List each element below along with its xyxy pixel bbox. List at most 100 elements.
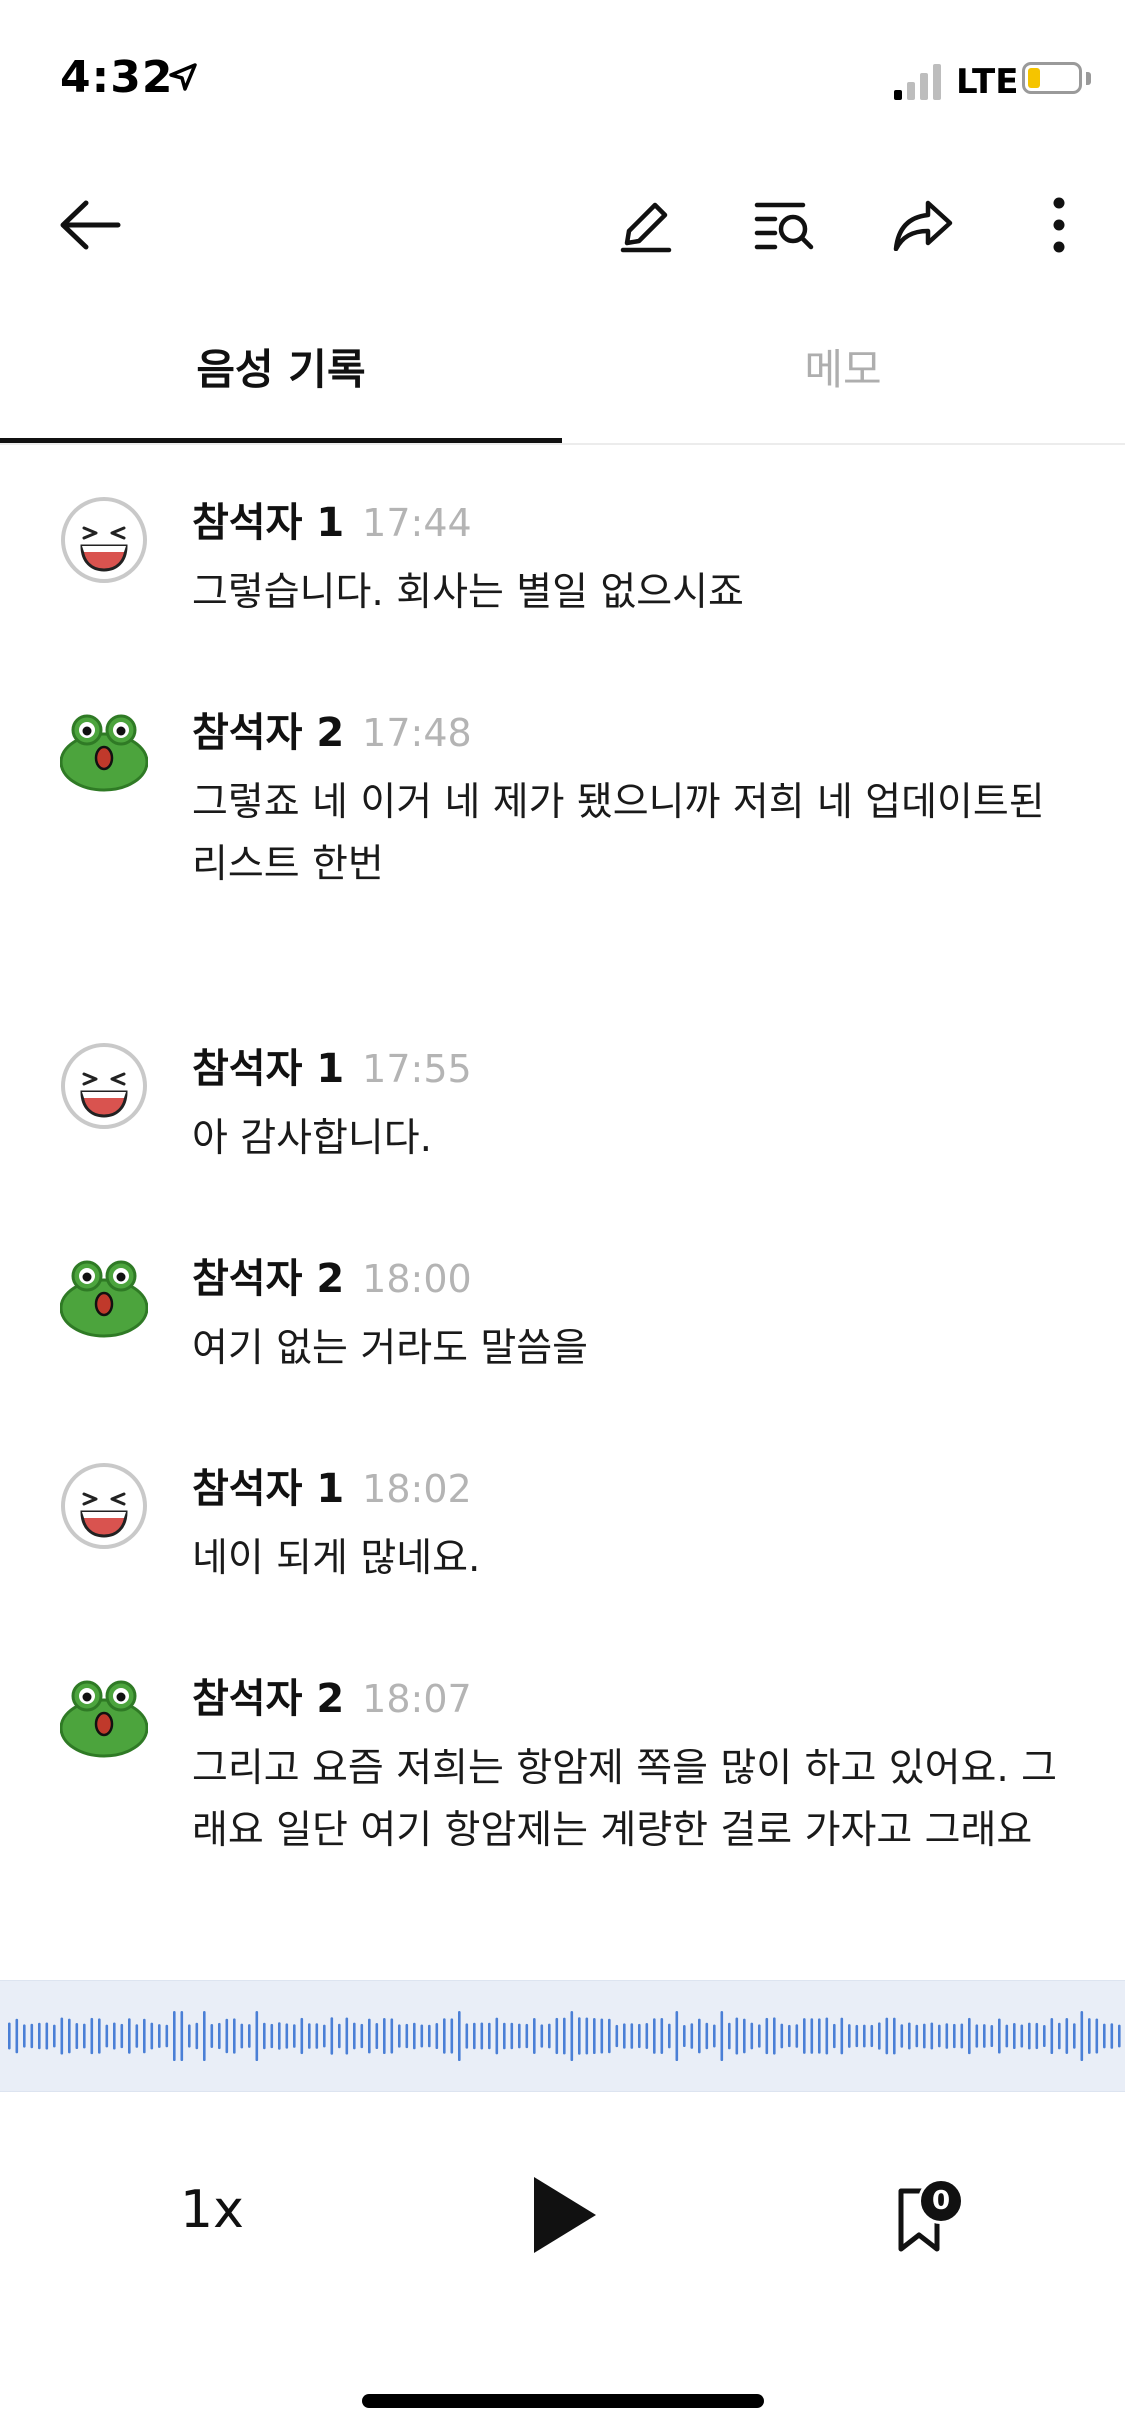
waveform-bar [660, 2018, 664, 2054]
waveform-bar [548, 2023, 551, 2049]
waveform-bar [683, 2024, 686, 2048]
waveform-bar [960, 2023, 964, 2049]
waveform-bar [758, 2024, 761, 2048]
waveform-bar [615, 2024, 619, 2048]
waveform-bar [578, 2017, 581, 2055]
waveform-bar [503, 2022, 506, 2050]
signal-icon [894, 64, 941, 100]
waveform-bar [818, 2018, 821, 2054]
waveform-bar [1065, 2018, 1069, 2054]
waveform-bar [705, 2022, 709, 2050]
waveform-bar [668, 2023, 671, 2049]
waveform-bar [255, 2011, 259, 2061]
waveform-bar [8, 2022, 11, 2050]
waveform-bar [233, 2018, 236, 2054]
waveform-bar [165, 2024, 169, 2048]
waveform-bar [585, 2017, 589, 2055]
frog-icon [60, 1680, 148, 1758]
transcript-text: 네이 되게 많네요. [192, 1536, 481, 1581]
waveform-bar [743, 2018, 746, 2054]
waveform-bar [398, 2024, 401, 2048]
waveform-bar [518, 2023, 521, 2049]
waveform-bar [1043, 2024, 1046, 2048]
waveform-bar [555, 2017, 559, 2055]
waveform-bar [240, 2023, 244, 2049]
speaker-name: 참석자 1 [192, 1466, 345, 1512]
audio-waveform[interactable] [0, 1980, 1125, 2092]
timestamp: 17:48 [362, 711, 472, 755]
waveform-bar [1058, 2022, 1061, 2050]
battery-nub [1086, 72, 1091, 85]
waveform-bar [390, 2018, 394, 2054]
play-icon[interactable] [530, 2175, 600, 2255]
transcript-text: 여기 없는 거라도 말씀을 [192, 1326, 588, 1371]
waveform-bar [428, 2024, 431, 2048]
waveform-icon [8, 2011, 1121, 2061]
waveform-bar [563, 2017, 566, 2055]
waveform-bar [1088, 2018, 1091, 2054]
waveform-bar [855, 2024, 859, 2048]
timestamp: 18:02 [362, 1467, 472, 1511]
waveform-bar [1073, 2023, 1076, 2049]
tab-voice-record[interactable]: 음성 기록 [0, 330, 562, 410]
waveform-bar [330, 2017, 334, 2055]
waveform-bar [788, 2024, 791, 2048]
laughing-face-icon [61, 1463, 147, 1549]
waveform-bar [495, 2017, 499, 2055]
back-button[interactable] [55, 190, 125, 260]
waveform-bar [653, 2018, 656, 2054]
waveform-bar [60, 2017, 64, 2055]
waveform-bar [263, 2022, 266, 2050]
waveform-bar [953, 2023, 956, 2049]
network-type: LTE [956, 62, 1019, 102]
waveform-bar [765, 2017, 769, 2055]
waveform-bar [405, 2023, 409, 2049]
playback-speed-button[interactable]: 1x [180, 2180, 244, 2240]
waveform-bar [630, 2023, 634, 2049]
speaker-name: 참석자 1 [192, 500, 345, 546]
waveform-bar [135, 2024, 139, 2048]
waveform-bar [900, 2024, 904, 2048]
waveform-bar [360, 2023, 364, 2049]
waveform-bar [473, 2022, 476, 2050]
waveform-bar [98, 2018, 101, 2054]
laughing-face-icon [61, 1043, 147, 1129]
search-transcript-button[interactable] [750, 190, 820, 260]
waveform-bar [848, 2024, 851, 2048]
waveform-bar [173, 2011, 176, 2061]
tab-memo[interactable]: 메모 [562, 330, 1124, 410]
waveform-bar [1050, 2017, 1054, 2055]
speaker-name: 참석자 1 [192, 1046, 345, 1092]
waveform-bar [525, 2023, 529, 2049]
waveform-bar [90, 2017, 94, 2055]
waveform-bar [878, 2022, 881, 2050]
waveform-bar [968, 2017, 971, 2055]
share-arrow-icon [893, 200, 953, 251]
waveform-bar [720, 2011, 724, 2061]
edit-button[interactable] [610, 190, 680, 260]
speaker-line: 참석자 1 18:02 [192, 1456, 472, 1514]
waveform-bar [188, 2024, 191, 2048]
waveform-bar [1103, 2023, 1106, 2049]
waveform-bar [435, 2022, 439, 2050]
waveform-bar [773, 2017, 776, 2055]
waveform-bar [300, 2017, 304, 2055]
location-arrow-icon [169, 63, 197, 91]
waveform-bar [803, 2018, 806, 2054]
waveform-bar [1028, 2022, 1031, 2050]
waveform-bar [885, 2017, 889, 2055]
waveform-bar [23, 2024, 26, 2048]
more-button[interactable] [1024, 190, 1094, 260]
waveform-bar [510, 2022, 514, 2050]
waveform-bar [488, 2022, 491, 2050]
waveform-bar [915, 2024, 919, 2048]
waveform-bar [863, 2024, 866, 2048]
list-search-icon [754, 202, 814, 250]
waveform-bar [795, 2024, 799, 2048]
share-button[interactable] [888, 190, 958, 260]
waveform-bar [623, 2023, 626, 2049]
waveform-bar [600, 2018, 604, 2054]
waveform-bar [938, 2024, 941, 2048]
speaker-name: 참석자 2 [192, 710, 345, 756]
waveform-bar [675, 2011, 679, 2061]
